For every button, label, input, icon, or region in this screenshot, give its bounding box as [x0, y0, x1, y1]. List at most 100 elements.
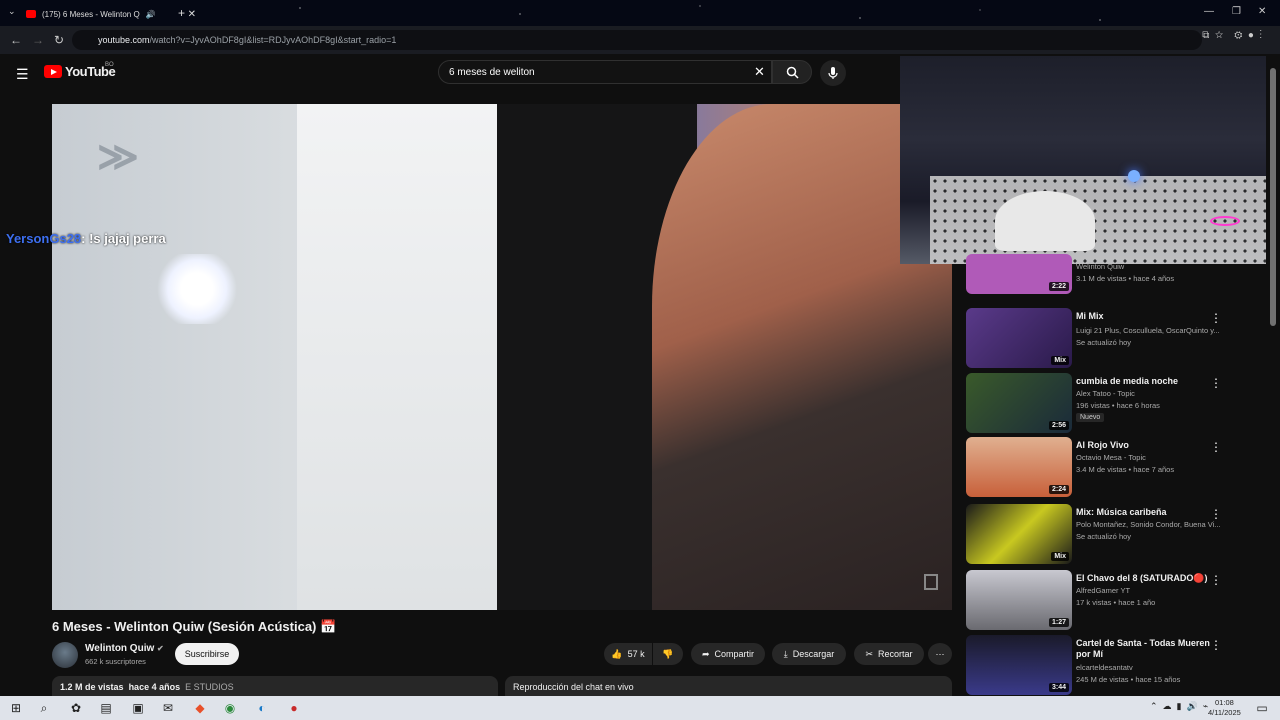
recommendation-thumbnail[interactable]: 3:44	[966, 635, 1072, 695]
search-taskbar-icon[interactable]: ⌕	[36, 700, 52, 716]
more-options-icon[interactable]: ⋮	[1210, 638, 1222, 652]
more-options-icon[interactable]: ⋮	[1210, 573, 1222, 587]
duration-badge: 2:22	[1048, 282, 1069, 291]
address-bar[interactable]: youtube.com/watch?v=JyvAOhDF8gI&list=RDJ…	[72, 30, 1202, 50]
like-button[interactable]: 👍 57 k	[604, 643, 652, 665]
download-button[interactable]: ⤓ Descargar	[772, 643, 846, 665]
forward-button[interactable]: →	[32, 33, 44, 47]
new-tab-button[interactable]: +	[178, 6, 185, 20]
download-label: Descargar	[792, 649, 835, 659]
more-actions-button[interactable]: ⋯	[928, 643, 952, 665]
edge-icon[interactable]: ◐	[254, 700, 270, 716]
restore-button[interactable]: ❐	[1232, 6, 1241, 17]
recommendation-item[interactable]: 3:44 Cartel de Santa - Todas Mueren por …	[966, 635, 1266, 695]
recommendation-title: cumbia de media noche	[1076, 376, 1179, 386]
thumbs-up-icon: 👍	[611, 648, 623, 659]
close-tab-icon[interactable]: ✕	[188, 9, 196, 20]
share-button[interactable]: ➦ Compartir	[691, 643, 765, 665]
channel-avatar[interactable]	[52, 642, 78, 668]
recommendation-thumbnail[interactable]: 2:22	[966, 254, 1072, 294]
subscriber-count: 662 k suscriptores	[85, 657, 146, 666]
browser-tab[interactable]: (175) 6 Meses - Welinton Q 🔊 ✕	[26, 4, 196, 24]
recommendation-thumbnail[interactable]: Mix	[966, 308, 1072, 368]
recommendation-channel: Alex Tatoo - Topic	[1076, 389, 1135, 398]
browser-tab-strip: ⌄ (175) 6 Meses - Welinton Q 🔊 ✕ + — ❐ ✕	[0, 0, 1280, 26]
minimize-button[interactable]: —	[1204, 6, 1214, 17]
recommendation-title: Al Rojo Vivo	[1076, 440, 1129, 450]
tab-search-icon[interactable]: ⌄	[8, 6, 16, 17]
recommendation-item[interactable]: 2:56 cumbia de media noche ⋮ Alex Tatoo …	[966, 373, 1266, 433]
youtube-play-icon	[44, 65, 62, 78]
more-options-icon[interactable]: ⋮	[1210, 311, 1222, 325]
taskbar-clock[interactable]: 01:08 4/11/2025	[1208, 698, 1241, 718]
subscribe-button[interactable]: Suscribirse	[175, 643, 239, 665]
notifications-icon[interactable]: ▭	[1254, 700, 1270, 716]
studio-watermark-icon: ≫	[97, 135, 139, 179]
chat-username: YersonGs28	[6, 231, 82, 246]
clip-label: Recortar	[878, 649, 913, 659]
recommendation-thumbnail[interactable]: Mix	[966, 504, 1072, 564]
recommendation-channel: Luigi 21 Plus, Cosculluela, OscarQuinto …	[1076, 326, 1220, 335]
mail-icon[interactable]: ✉	[160, 700, 176, 716]
start-icon[interactable]: ⊞	[8, 700, 24, 716]
youtube-favicon-icon	[26, 10, 36, 18]
recommendation-item[interactable]: 1:27 El Chavo del 8 (SATURADO🔴) ⋮ Alfred…	[966, 570, 1266, 630]
search-button[interactable]	[772, 60, 812, 84]
recommendation-item[interactable]: Mix Mix: Música caribeña ⋮ Polo Montañez…	[966, 504, 1266, 564]
recommendation-channel: Welinton Quiw	[1076, 262, 1125, 271]
recommendation-item[interactable]: 2:22 Welinton Quiw 3.1 M de vistas • hac…	[966, 254, 1266, 314]
browser-toolbar: ← → ↻ youtube.com/watch?v=JyvAOhDF8gI&li…	[0, 26, 1280, 54]
duration-badge: 2:56	[1048, 421, 1069, 430]
channel-name[interactable]: Welinton Quiw ✔	[85, 643, 164, 654]
share-label: Compartir	[714, 649, 755, 659]
webcam-streamer-cap	[995, 191, 1095, 251]
recommendation-channel: elcarteldesantatv	[1076, 663, 1133, 672]
close-window-button[interactable]: ✕	[1258, 6, 1266, 17]
dislike-button[interactable]: 👎	[653, 643, 683, 665]
recommendation-meta: Se actualizó hoy	[1076, 338, 1132, 347]
recommendation-meta: 3.1 M de vistas • hace 4 años	[1076, 274, 1175, 283]
reload-button[interactable]: ↻	[54, 33, 64, 47]
back-button[interactable]: ←	[10, 33, 22, 47]
more-options-icon[interactable]: ⋮	[1210, 376, 1222, 390]
brave-icon[interactable]: ◆	[192, 700, 208, 716]
store-icon[interactable]: ▣	[130, 700, 146, 716]
recommendation-title: Mi Mix	[1076, 311, 1104, 321]
mix-badge: Mix	[1051, 552, 1069, 561]
chat-text: : !s jajaj perra	[81, 231, 166, 246]
page-scrollbar[interactable]	[1270, 68, 1276, 326]
recommendation-meta: 17 k vistas • hace 1 año	[1076, 598, 1156, 607]
video-title: 6 Meses - Welinton Quiw (Sesión Acústica…	[52, 619, 337, 634]
pause-icon[interactable]	[924, 574, 938, 590]
clip-button[interactable]: ✂ Recortar	[854, 643, 924, 665]
video-player[interactable]: ≫	[52, 104, 952, 610]
clear-search-icon[interactable]: ✕	[754, 64, 765, 80]
recommendation-thumbnail[interactable]: 2:56	[966, 373, 1072, 433]
obs-icon[interactable]: ●	[286, 700, 302, 716]
voice-search-button[interactable]	[820, 60, 846, 86]
recommendation-title: Mix: Música caribeña	[1076, 507, 1167, 517]
clock-date: 4/11/2025	[1208, 708, 1241, 717]
more-options-icon[interactable]: ⋮	[1210, 440, 1222, 454]
recommendation-thumbnail[interactable]: 2:24	[966, 437, 1072, 497]
copilot-icon[interactable]: ✿	[68, 700, 84, 716]
more-options-icon[interactable]: ⋮	[1210, 507, 1222, 521]
webcam-overlay	[900, 56, 1266, 264]
file-explorer-icon[interactable]: ▤	[98, 700, 114, 716]
description-tag: E STUDIOS	[185, 682, 234, 692]
recommendation-channel: Polo Montañez, Sonido Condor, Buena Vi..…	[1076, 520, 1221, 529]
speaker-icon[interactable]: 🔊	[146, 10, 156, 19]
recommendation-item[interactable]: Mix Mi Mix ⋮ Luigi 21 Plus, Cosculluela,…	[966, 308, 1266, 368]
menu-icon[interactable]: ☰	[16, 66, 29, 83]
recommendation-item[interactable]: 2:24 Al Rojo Vivo ⋮ Octavio Mesa - Topic…	[966, 437, 1266, 497]
system-tray-icons[interactable]: ⌃ ☁ ▮ 🔊 ⌁	[1150, 701, 1208, 712]
chat-replay-header[interactable]: Reproducción del chat en vivo	[505, 676, 952, 698]
scissors-icon: ✂	[865, 648, 874, 659]
toolbar-icons[interactable]: ⧉ ☆ ⚙ ● ⋮	[1202, 30, 1262, 41]
chrome-icon[interactable]: ◉	[222, 700, 238, 716]
tab-title: (175) 6 Meses - Welinton Q	[42, 9, 140, 19]
download-icon: ⤓	[783, 648, 788, 659]
search-input[interactable]: 6 meses de weliton	[438, 60, 772, 84]
description-box[interactable]: 1.2 M de vistas hace 4 años E STUDIOS	[52, 676, 498, 698]
recommendation-thumbnail[interactable]: 1:27	[966, 570, 1072, 630]
